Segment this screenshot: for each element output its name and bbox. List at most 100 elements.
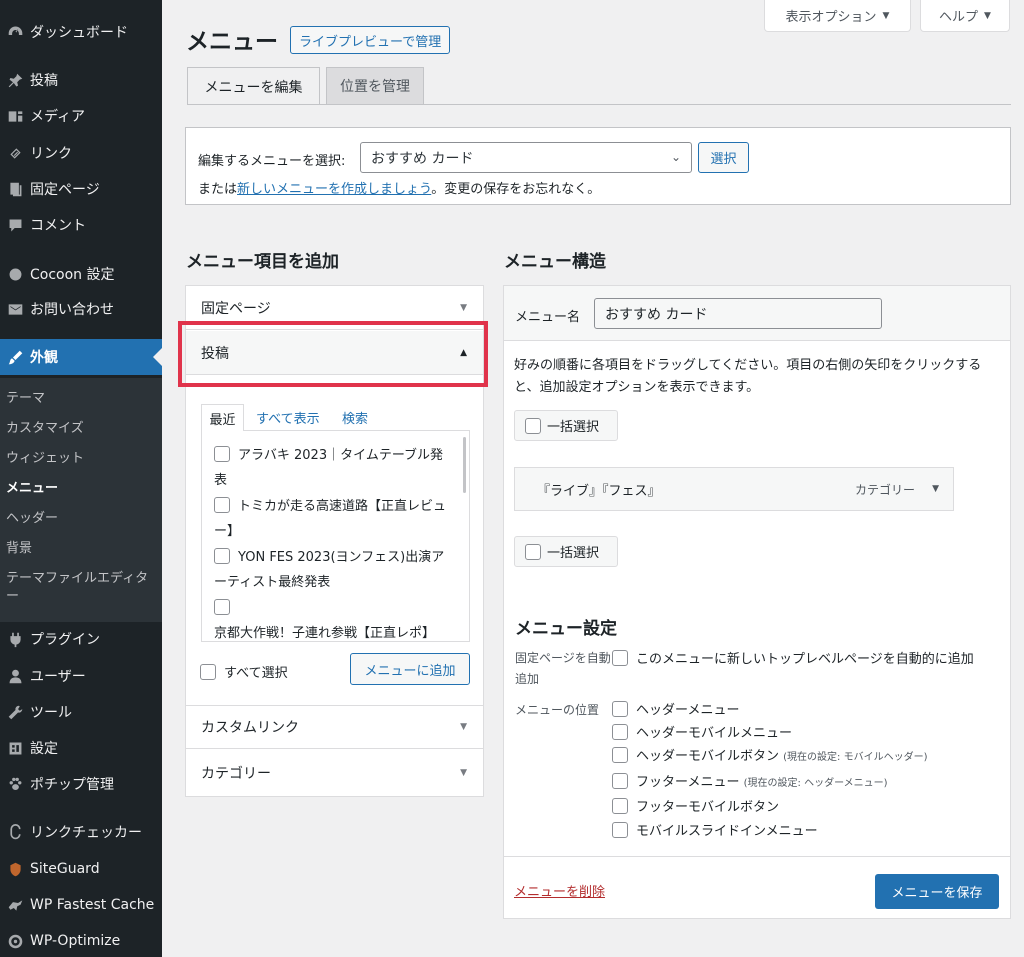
caret-down-icon[interactable]: ▼ (932, 484, 939, 494)
menu-location-label: メニューの位置 (515, 703, 600, 717)
screen-options-button[interactable]: 表示オプション ▼ (764, 0, 911, 32)
sidebar-item-pages[interactable]: 固定ページ (0, 171, 162, 207)
delete-menu-link[interactable]: メニューを削除 (514, 881, 605, 900)
sidebar-item-wp-fastest-cache[interactable]: WP Fastest Cache (0, 887, 162, 923)
user-icon (0, 668, 30, 685)
menu-structure-heading: メニュー構造 (504, 252, 606, 272)
select-all-checkbox[interactable] (200, 664, 216, 680)
location-checkbox[interactable] (612, 747, 628, 763)
submenu-themes[interactable]: テーマ (6, 390, 45, 408)
tab-divider (187, 104, 1011, 105)
submenu-theme-editor[interactable]: テーマファイルエディター (6, 570, 156, 606)
list-item: 京都大作戦！子連れ参戦【正直レポ】 (214, 596, 454, 641)
sidebar-item-wp-optimize[interactable]: WP-Optimize (0, 923, 162, 957)
sidebar-item-appearance[interactable]: 外観 (0, 339, 162, 375)
sidebar-item-plugins[interactable]: プラグイン (0, 621, 162, 657)
shield-icon (0, 861, 30, 878)
caret-down-icon: ▼ (882, 10, 890, 21)
location-checkbox[interactable] (612, 724, 628, 740)
location-option[interactable]: モバイルスライドインメニュー (612, 820, 818, 843)
list-item: トミカが走る高速道路【正直レビュー】 (214, 497, 447, 539)
sidebar-item-posts[interactable]: 投稿 (0, 62, 162, 98)
scrollbar-thumb[interactable] (463, 437, 466, 493)
post-checkbox[interactable] (214, 446, 230, 462)
appearance-submenu: テーマ カスタマイズ ウィジェット メニュー ヘッダー 背景 テーマファイルエデ… (0, 378, 162, 622)
submenu-widgets[interactable]: ウィジェット (6, 450, 84, 468)
sidebar-item-media[interactable]: メディア (0, 98, 162, 134)
save-menu-button[interactable]: メニューを保存 (875, 874, 999, 909)
menu-footer: メニューを削除 メニューを保存 (504, 856, 1010, 918)
tab-edit-menus[interactable]: メニューを編集 (187, 67, 320, 105)
sidebar-item-contact[interactable]: お問い合わせ (0, 291, 162, 327)
sidebar-item-settings[interactable]: 設定 (0, 730, 162, 766)
location-checkbox[interactable] (612, 822, 628, 838)
sidebar-item-pochipp[interactable]: ポチップ管理 (0, 766, 162, 802)
comment-icon (0, 217, 30, 234)
add-menu-items-heading: メニュー項目を追加 (186, 252, 339, 272)
media-icon (0, 108, 30, 125)
sidebar-item-tools[interactable]: ツール (0, 694, 162, 730)
bulk-select-button[interactable]: 一括選択 (514, 536, 618, 567)
menu-structure-panel: メニュー名 おすすめ カード 好みの順番に各項目をドラッグしてください。項目の右… (503, 285, 1011, 919)
accordion-custom-links[interactable]: カスタムリンク ▼ (186, 705, 483, 749)
sidebar-item-cocoon[interactable]: Cocoon 設定 (0, 256, 162, 292)
tab-view-all[interactable]: すべて表示 (256, 404, 320, 431)
link-checker-icon (0, 823, 30, 841)
submenu-menus[interactable]: メニュー (6, 480, 58, 498)
auto-add-checkbox[interactable] (612, 650, 628, 666)
submenu-header[interactable]: ヘッダー (6, 510, 58, 528)
location-option[interactable]: ヘッダーモバイルメニュー (612, 722, 792, 745)
tab-recent[interactable]: 最近 (201, 404, 244, 431)
sidebar-item-siteguard[interactable]: SiteGuard (0, 851, 162, 887)
post-checkbox[interactable] (214, 497, 230, 513)
chevron-down-icon: ⌄ (670, 150, 681, 164)
menu-item[interactable]: 『ライブ』『フェス』 カテゴリー ▼ (514, 467, 954, 511)
live-preview-button[interactable]: ライブプレビューで管理 (290, 26, 451, 54)
caret-down-icon: ▼ (460, 302, 467, 313)
sidebar-item-links[interactable]: リンク (0, 135, 162, 171)
sidebar-item-users[interactable]: ユーザー (0, 658, 162, 694)
tab-search[interactable]: 検索 (342, 404, 368, 431)
select-button[interactable]: 選択 (698, 142, 749, 173)
bulk-select-button[interactable]: 一括選択 (514, 410, 618, 441)
drag-instructions: 好みの順番に各項目をドラッグしてください。項目の右側の矢印をクリックすると、追加… (514, 358, 982, 395)
bulk-select-checkbox[interactable] (525, 417, 541, 434)
caret-down-icon: ▼ (460, 722, 467, 732)
tab-manage-locations[interactable]: 位置を管理 (326, 67, 424, 104)
caret-down-icon: ▼ (460, 768, 467, 778)
list-item: YON FES 2023(ヨンフェス)出演アーティスト最終発表 (214, 548, 445, 590)
post-checkbox[interactable] (214, 599, 230, 615)
highlight-box (178, 321, 488, 387)
sidebar-item-comments[interactable]: コメント (0, 207, 162, 243)
submenu-customize[interactable]: カスタマイズ (6, 420, 84, 438)
brush-icon (0, 349, 30, 366)
location-option[interactable]: フッターメニュー (現在の設定: ヘッダーメニュー) (612, 771, 888, 795)
location-checkbox[interactable] (612, 773, 628, 789)
submenu-background[interactable]: 背景 (6, 540, 32, 558)
help-button[interactable]: ヘルプ ▼ (920, 0, 1010, 32)
auto-add-option[interactable]: このメニューに新しいトップレベルページを自動的に追加 (612, 648, 974, 671)
location-option[interactable]: フッターモバイルボタン (612, 796, 779, 819)
select-menu-label: 編集するメニューを選択: (198, 154, 346, 169)
bulk-select-checkbox[interactable] (525, 543, 541, 560)
menu-select[interactable]: おすすめ カード ⌄ (360, 142, 692, 173)
sidebar-item-dashboard[interactable]: ダッシュボード (0, 14, 162, 50)
menu-name-bar: メニュー名 おすすめ カード (504, 286, 1010, 341)
menu-name-input[interactable]: おすすめ カード (594, 298, 882, 329)
location-checkbox[interactable] (612, 798, 628, 814)
post-checkbox[interactable] (214, 548, 230, 564)
select-all[interactable]: すべて選択 (200, 662, 288, 681)
menu-item-type: カテゴリー (854, 482, 915, 497)
location-option[interactable]: ヘッダーモバイルボタン (現在の設定: モバイルヘッダー) (612, 745, 928, 769)
caret-down-icon: ▼ (984, 10, 991, 21)
location-checkbox[interactable] (612, 701, 628, 717)
add-to-menu-button[interactable]: メニューに追加 (350, 653, 470, 685)
mail-icon (0, 301, 30, 318)
wrench-icon (0, 704, 30, 721)
sidebar-item-link-checker[interactable]: リンクチェッカー (0, 814, 162, 850)
accordion-categories[interactable]: カテゴリー ▼ (186, 751, 483, 795)
plugin-icon (0, 631, 30, 648)
location-option[interactable]: ヘッダーメニュー (612, 699, 739, 722)
create-new-menu-link[interactable]: 新しいメニューを作成しましょう (237, 182, 431, 197)
main-content: 表示オプション ▼ ヘルプ ▼ メニュー ライブプレビューで管理 メニューを編集 位… (162, 0, 1024, 957)
